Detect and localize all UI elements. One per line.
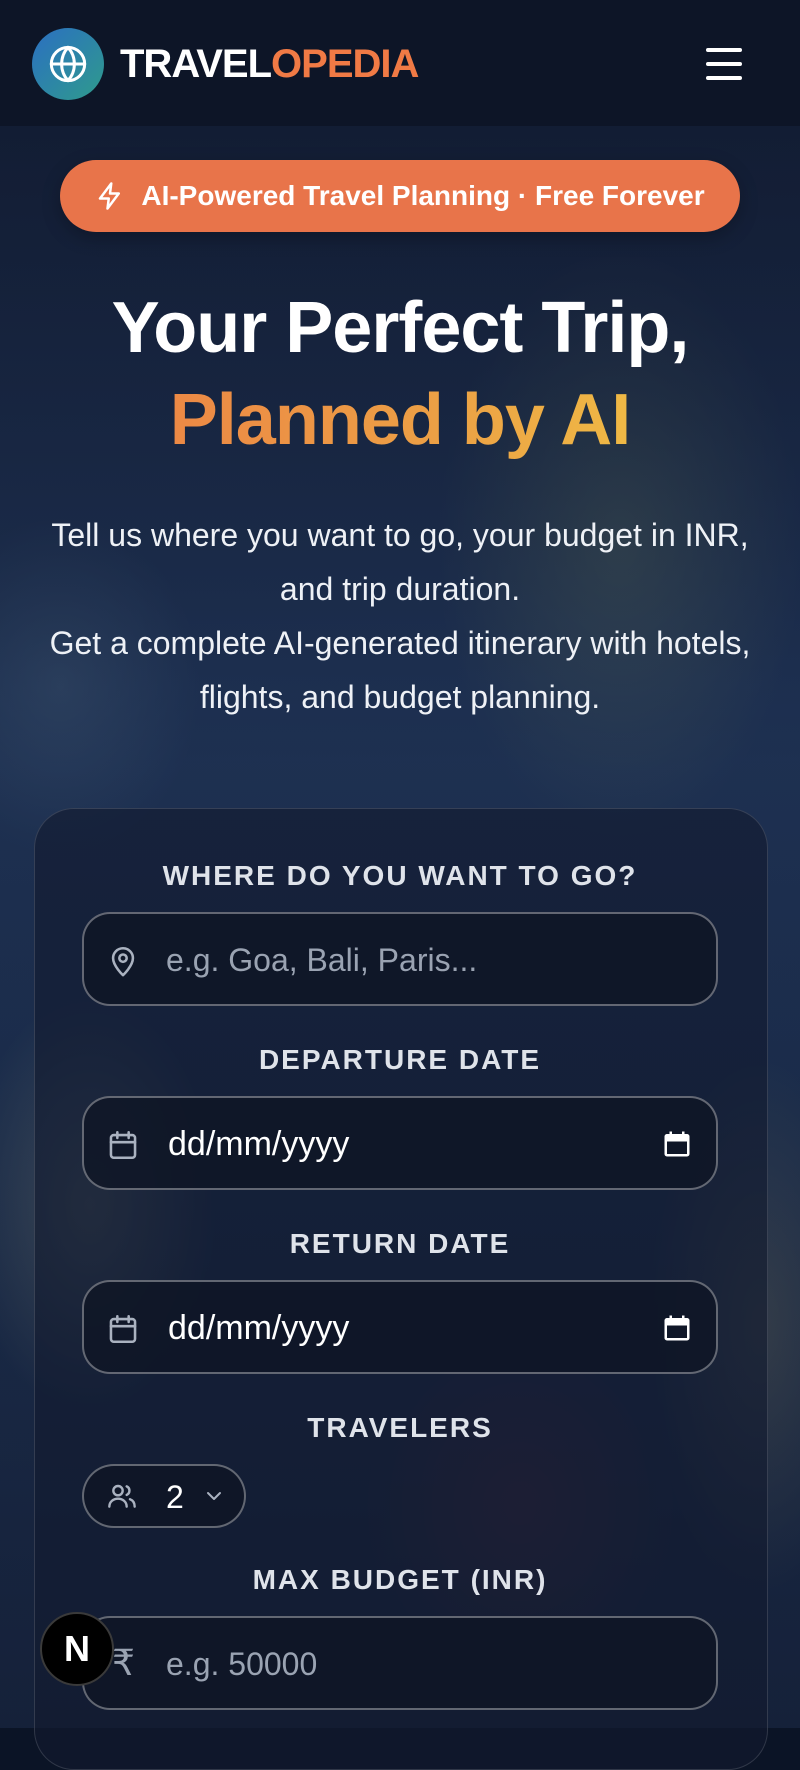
brand-part-opedia: OPEDIA [271, 42, 419, 86]
title-line-1: Your Perfect Trip, [111, 288, 690, 368]
travelers-value: 2 [166, 1479, 184, 1515]
lightning-icon [99, 182, 121, 210]
rupee-icon: ₹ [112, 1642, 135, 1683]
date-picker-icon[interactable] [662, 1312, 692, 1344]
departure-date-value[interactable]: dd/mm/yyyy [168, 1125, 349, 1164]
destination-input[interactable] [164, 914, 668, 1006]
hero-description: Tell us where you want to go, your budge… [40, 508, 760, 724]
calendar-icon [109, 1130, 137, 1160]
main-content: AI-Powered Travel Planning · Free Foreve… [0, 0, 800, 1770]
return-date-label: RETURN DATE [289, 1228, 511, 1259]
date-picker-icon[interactable] [662, 1128, 692, 1160]
brand-logo-text[interactable]: TRAVELOPEDIA [120, 40, 419, 88]
dev-tools-badge[interactable]: N [40, 1612, 114, 1686]
title-line-2: Planned by AI [0, 374, 800, 466]
destination-field[interactable] [82, 912, 718, 1006]
description-line-1: Tell us where you want to go, your budge… [51, 517, 749, 607]
chevron-down-icon [207, 1492, 221, 1500]
hamburger-menu-icon[interactable] [704, 44, 744, 84]
globe-icon[interactable] [32, 28, 104, 100]
brand-part-travel: TRAVEL [120, 42, 272, 86]
travelers-select[interactable]: 2 [82, 1464, 246, 1528]
return-date-field[interactable]: dd/mm/yyyy [82, 1280, 718, 1374]
departure-date-field[interactable]: dd/mm/yyyy [82, 1096, 718, 1190]
description-line-2: Get a complete AI-generated itinerary wi… [49, 625, 751, 715]
promo-text: AI-Powered Travel Planning · Free Foreve… [141, 180, 705, 211]
ai-promo-pill: AI-Powered Travel Planning · Free Foreve… [60, 160, 740, 232]
top-nav-bar: TRAVELOPEDIA [0, 0, 800, 126]
map-pin-icon [111, 946, 135, 977]
page-title: Your Perfect Trip, Planned by AI [0, 282, 800, 466]
max-budget-label: MAX BUDGET (INR) [252, 1564, 548, 1595]
departure-date-label: DEPARTURE DATE [258, 1044, 542, 1075]
destination-label: WHERE DO YOU WANT TO GO? [162, 860, 638, 891]
travelers-label: TRAVELERS [307, 1412, 493, 1443]
return-date-value[interactable]: dd/mm/yyyy [168, 1309, 349, 1348]
calendar-icon [109, 1314, 137, 1344]
users-icon [108, 1484, 136, 1508]
max-budget-field[interactable]: ₹ [82, 1616, 718, 1710]
max-budget-input[interactable] [164, 1618, 668, 1710]
